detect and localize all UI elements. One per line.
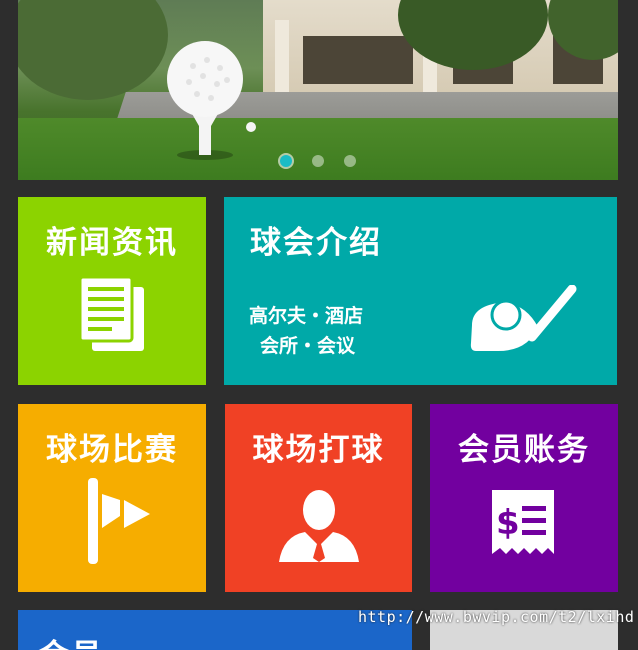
carousel-indicators (280, 155, 356, 167)
carousel-dot-3[interactable] (344, 155, 356, 167)
flag-icon (86, 478, 152, 568)
tile-course-match[interactable]: 球场比赛 (18, 404, 206, 592)
tile-member-services[interactable]: 会员... (18, 610, 412, 650)
banner-carousel[interactable] (18, 0, 618, 180)
tile-match-title: 球场比赛 (46, 432, 178, 468)
receipt-icon: $ (490, 488, 556, 564)
lawn (18, 118, 618, 180)
svg-text:$: $ (496, 503, 520, 543)
carousel-dot-2[interactable] (312, 155, 324, 167)
carousel-dot-1[interactable] (280, 155, 292, 167)
tile-member-services-title: 会员... (38, 630, 412, 650)
small-ball (246, 122, 256, 132)
tile-club-intro[interactable]: 球会介绍 高尔夫・酒店 会所・会议 (224, 197, 617, 385)
document-icon (78, 275, 148, 359)
tile-account-title: 会员账务 (458, 432, 590, 468)
tile-news-title: 新闻资讯 (46, 225, 178, 261)
tile-club-line2: 会所・会议 (260, 335, 356, 357)
tile-course-play[interactable]: 球场打球 (225, 404, 412, 592)
golfer-icon (279, 484, 359, 568)
tile-member-account[interactable]: 会员账务 $ (430, 404, 618, 592)
golf-ball-on-tee-image (163, 40, 253, 160)
tile-news[interactable]: 新闻资讯 (18, 197, 206, 385)
tree-left (18, 0, 168, 100)
golf-club-icon (468, 284, 580, 361)
tile-club-title: 球会介绍 (250, 225, 382, 261)
tile-club-line1: 高尔夫・酒店 (249, 305, 364, 327)
tile-play-title: 球场打球 (252, 432, 385, 468)
watermark-url: http://www.bwvip.com/t2/lxihd (358, 608, 635, 626)
